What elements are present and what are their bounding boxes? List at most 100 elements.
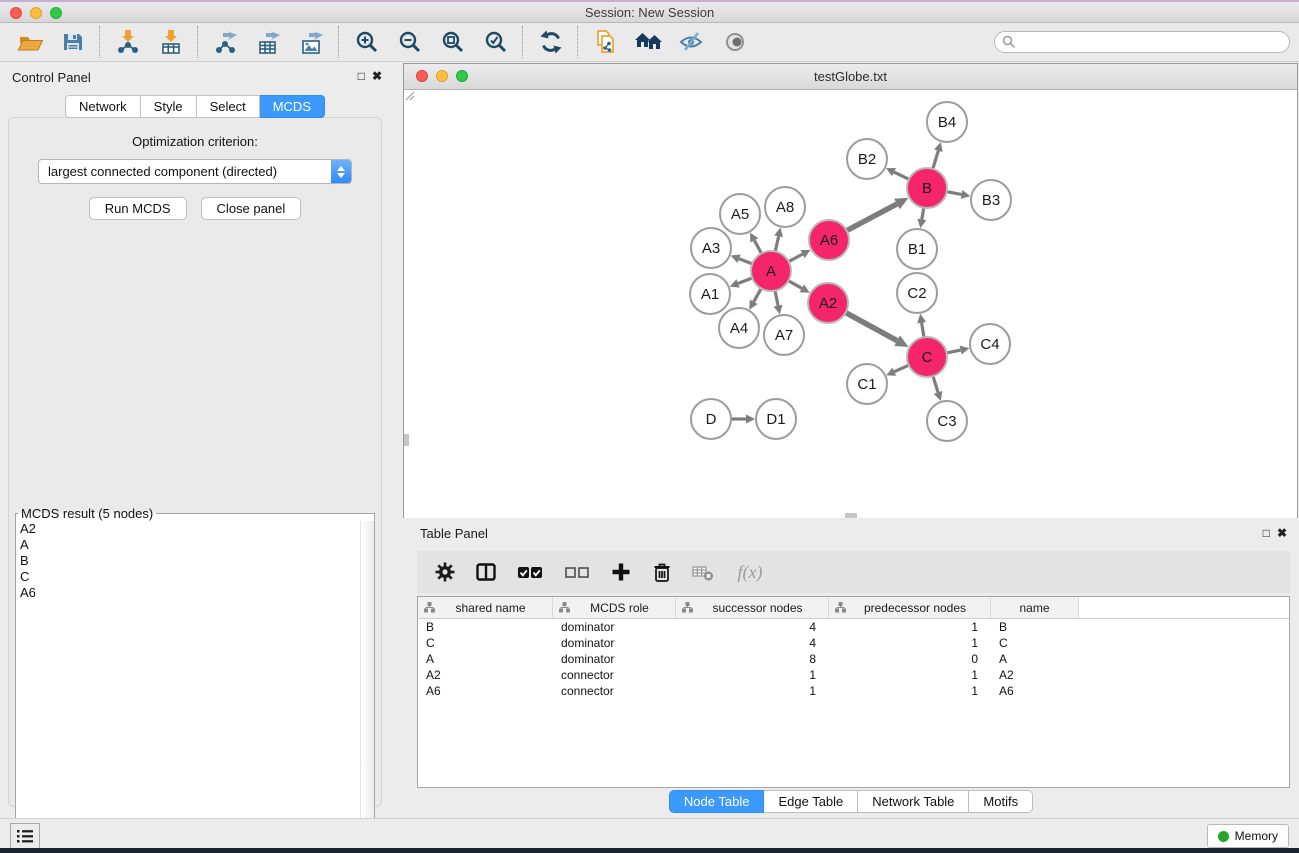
graph-node[interactable]: B	[907, 168, 947, 208]
graph-node[interactable]: B1	[897, 229, 937, 269]
graph-node[interactable]: A7	[764, 315, 804, 355]
table-cell[interactable]: 4	[676, 619, 829, 635]
column-header-shared-name[interactable]: shared name	[418, 597, 553, 618]
float-panel-icon[interactable]: □	[358, 69, 365, 83]
graph-edge[interactable]	[789, 250, 811, 262]
column-header-successor-nodes[interactable]: successor nodes	[676, 597, 829, 618]
graph-edge[interactable]	[947, 346, 970, 355]
delete-table-button[interactable]	[691, 560, 715, 584]
tab-edge-table[interactable]: Edge Table	[764, 790, 858, 813]
table-settings-button[interactable]	[433, 560, 457, 584]
table-cell[interactable]: dominator	[553, 651, 676, 667]
zoom-in-button[interactable]	[345, 24, 388, 60]
list-item[interactable]: A2	[16, 521, 374, 537]
table-cell[interactable]: dominator	[553, 619, 676, 635]
close-panel-button[interactable]: Close panel	[201, 197, 302, 220]
task-history-button[interactable]	[10, 823, 40, 849]
table-cell[interactable]: A6	[991, 683, 1079, 699]
graph-edge[interactable]	[947, 190, 971, 199]
horizontal-scroll-thumb[interactable]	[845, 513, 857, 518]
graph-edge[interactable]	[933, 376, 942, 401]
table-cell[interactable]: 1	[829, 619, 991, 635]
table-row[interactable]: A2connector11A2	[418, 667, 1289, 683]
open-file-button[interactable]	[8, 24, 51, 60]
criterion-dropdown[interactable]: largest connected component (directed)	[38, 159, 352, 184]
list-item[interactable]: A	[16, 537, 374, 553]
show-graphics-details-button[interactable]	[713, 24, 756, 60]
graph-node[interactable]: A8	[765, 187, 805, 227]
table-cell[interactable]: 8	[676, 651, 829, 667]
column-header-name[interactable]: name	[991, 597, 1079, 618]
column-header-predecessor-nodes[interactable]: predecessor nodes	[829, 597, 991, 618]
table-row[interactable]: Bdominator41B	[418, 619, 1289, 635]
graph-edge[interactable]	[886, 168, 909, 179]
table-cell[interactable]: A2	[418, 667, 553, 683]
table-cell[interactable]: connector	[553, 683, 676, 699]
graph-node[interactable]: A5	[720, 194, 760, 234]
memory-button[interactable]: Memory	[1207, 824, 1289, 848]
zoom-selected-button[interactable]	[474, 24, 517, 60]
table-cell[interactable]: 1	[829, 667, 991, 683]
export-network-button[interactable]	[204, 24, 247, 60]
table-cell[interactable]: connector	[553, 667, 676, 683]
table-cell[interactable]: 1	[676, 683, 829, 699]
function-builder-button[interactable]: f(x)	[732, 560, 768, 584]
import-network-button[interactable]	[106, 24, 149, 60]
export-table-button[interactable]	[247, 24, 290, 60]
graph-node[interactable]: C2	[897, 273, 937, 313]
column-view-button[interactable]	[474, 560, 498, 584]
home-layout-button[interactable]	[627, 24, 670, 60]
import-table-button[interactable]	[149, 24, 192, 60]
list-item[interactable]: B	[16, 553, 374, 569]
graph-node[interactable]: A4	[719, 308, 759, 348]
graph-node[interactable]: A1	[690, 274, 730, 314]
resize-grip[interactable]	[404, 90, 415, 101]
run-mcds-button[interactable]: Run MCDS	[89, 197, 187, 220]
table-cell[interactable]: 1	[829, 635, 991, 651]
tab-select[interactable]: Select	[197, 95, 260, 118]
table-row[interactable]: Adominator80A	[418, 651, 1289, 667]
table-cell[interactable]: 0	[829, 651, 991, 667]
table-cell[interactable]: B	[991, 619, 1079, 635]
float-table-panel-icon[interactable]: □	[1263, 526, 1270, 540]
select-all-button[interactable]	[515, 560, 545, 584]
graph-node[interactable]: B4	[927, 102, 967, 142]
graph-node[interactable]: C	[907, 337, 947, 377]
graph-node[interactable]: D	[691, 399, 731, 439]
graph-edge[interactable]	[886, 365, 909, 376]
column-header-mcds-role[interactable]: MCDS role	[553, 597, 676, 618]
table-cell[interactable]: C	[418, 635, 553, 651]
deselect-all-button[interactable]	[562, 560, 592, 584]
graph-edge[interactable]	[749, 288, 761, 309]
graph-edge[interactable]	[847, 198, 909, 231]
tab-network[interactable]: Network	[65, 95, 141, 118]
tab-node-table[interactable]: Node Table	[669, 790, 765, 813]
zoom-out-button[interactable]	[388, 24, 431, 60]
graph-node[interactable]: D1	[756, 399, 796, 439]
graph-edge[interactable]	[730, 278, 753, 288]
table-cell[interactable]: B	[418, 619, 553, 635]
table-cell[interactable]: dominator	[553, 635, 676, 651]
graph-edge[interactable]	[774, 291, 783, 315]
table-cell[interactable]: A2	[991, 667, 1079, 683]
vertical-scroll-thumb[interactable]	[404, 434, 409, 446]
graph-edge[interactable]	[917, 208, 926, 229]
table-row[interactable]: A6connector11A6	[418, 683, 1289, 699]
close-panel-icon[interactable]: ✖	[372, 69, 382, 83]
graph-node[interactable]: C1	[847, 364, 887, 404]
list-item[interactable]: A6	[16, 585, 374, 601]
table-cell[interactable]: 1	[829, 683, 991, 699]
zoom-fit-button[interactable]	[431, 24, 474, 60]
graph-node[interactable]: C3	[927, 401, 967, 441]
hide-graphics-details-button[interactable]	[670, 24, 713, 60]
graph-edge[interactable]	[731, 415, 755, 424]
graph-edge[interactable]	[933, 142, 943, 169]
table-cell[interactable]: A	[418, 651, 553, 667]
graph-edge[interactable]	[917, 314, 926, 337]
search-input[interactable]	[994, 31, 1290, 53]
close-table-panel-icon[interactable]: ✖	[1277, 526, 1287, 540]
graph-node[interactable]: A3	[691, 228, 731, 268]
delete-column-button[interactable]	[650, 560, 674, 584]
graph-edge[interactable]	[774, 228, 783, 252]
add-column-button[interactable]	[609, 560, 633, 584]
